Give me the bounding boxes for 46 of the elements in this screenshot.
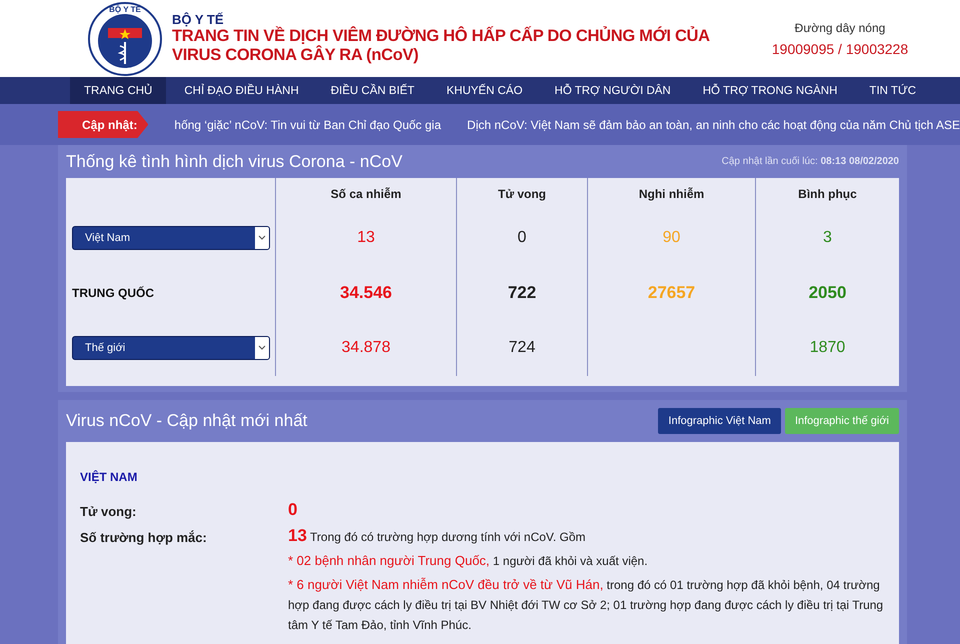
stat-value: 722	[508, 283, 536, 303]
cases-summary: 13 Trong đó có trường hợp dương tính với nCoV. Gồm	[288, 526, 587, 547]
nav-item[interactable]: ĐIỀU CẦN BIẾT	[316, 77, 428, 104]
region-select[interactable]: Thế giới	[72, 336, 270, 360]
ministry-name: BỘ Y TẾ	[172, 12, 225, 27]
stat-value: 3	[823, 229, 832, 247]
stat-value: 34.546	[340, 283, 392, 303]
hotline-number: 19009095 / 19003228	[772, 40, 908, 56]
nav-item[interactable]: CHỈ ĐẠO ĐIỀU HÀNH	[170, 77, 313, 104]
stat-value: 1870	[810, 339, 846, 357]
column-header: Số ca nhiễm	[330, 187, 402, 201]
nav-item[interactable]: TIN TỨC	[855, 77, 930, 104]
stat-value: 2050	[808, 283, 846, 303]
panel-title: Virus nCoV - Cập nhật mới nhất	[66, 411, 308, 431]
nav-item[interactable]: HỖ TRỢ NGƯỜI DÂN	[540, 77, 685, 104]
region-heading: VIỆT NAM	[80, 470, 138, 484]
caret-icon	[255, 227, 269, 249]
column-header: Tử vong	[498, 187, 546, 201]
panel-title: Thống kê tình hình dịch virus Corona - nCoV	[66, 152, 402, 172]
stat-value: 34.878	[342, 339, 390, 357]
case-note: * 6 người Việt Nam nhiễm nCoV đều trở về từ Vũ Hán, trong đó có 01 trường hợp đã khỏi bệnh, 04 trường hợp đang được cách ly điều trị tại BV Nhiệt đới TW cơ Sở 2; 01 trường hợp đang được cách ly điều trị tại Trung tâm Y tế Tam Đảo, tỉnh Vĩnh Phúc.	[288, 576, 884, 634]
deaths-label: Tử vong:	[80, 503, 138, 519]
site-title: VIRUS CORONA GÂY RA (nCoV)	[172, 46, 420, 65]
caret-icon	[255, 337, 269, 359]
hotline-label: Đường dây nóng	[794, 20, 886, 34]
ticker-label: Cập nhật:	[58, 111, 148, 138]
stat-value: 724	[508, 339, 536, 357]
stat-value: 90	[662, 229, 680, 247]
deaths-value: 0	[288, 500, 298, 520]
news-link[interactable]: Dịch nCoV: Việt Nam sẽ đảm bảo an toàn, an ninh cho các hoạt động của năm Chủ tịch ASE	[467, 118, 960, 132]
region-label: TRUNG QUỐC	[72, 286, 154, 300]
region-select[interactable]: Việt Nam	[72, 226, 270, 250]
news-link[interactable]: hống ‘giặc’ nCoV: Tin vui từ Ban Chỉ đạo Quốc gia	[174, 118, 442, 132]
last-updated: Cập nhật lần cuối lúc: 08:13 08/02/2020	[722, 156, 899, 167]
case-note: * 02 bệnh nhân người Trung Quốc, 1 người đã khỏi và xuất viện.	[288, 552, 649, 570]
nav-item[interactable]: TRANG CHỦ	[70, 77, 166, 104]
column-header: Bình phục	[798, 187, 857, 201]
nav-item[interactable]: KHUYẾN CÁO	[432, 77, 537, 104]
infographic-button[interactable]: Infographic Việt Nam	[658, 408, 781, 434]
column-header: Nghi nhiễm	[638, 187, 704, 201]
nav-item[interactable]: HỖ TRỢ TRONG NGÀNH	[688, 77, 852, 104]
stat-value: 13	[357, 229, 375, 247]
stat-value: 27657	[648, 283, 696, 303]
site-title: TRANG TIN VỀ DỊCH VIÊM ĐƯỜNG HÔ HẤP CẤP DO CHỦNG MỚI CỦA	[172, 27, 711, 45]
cases-label: Số trường hợp mắc:	[80, 529, 208, 545]
stat-value: 0	[518, 229, 526, 247]
